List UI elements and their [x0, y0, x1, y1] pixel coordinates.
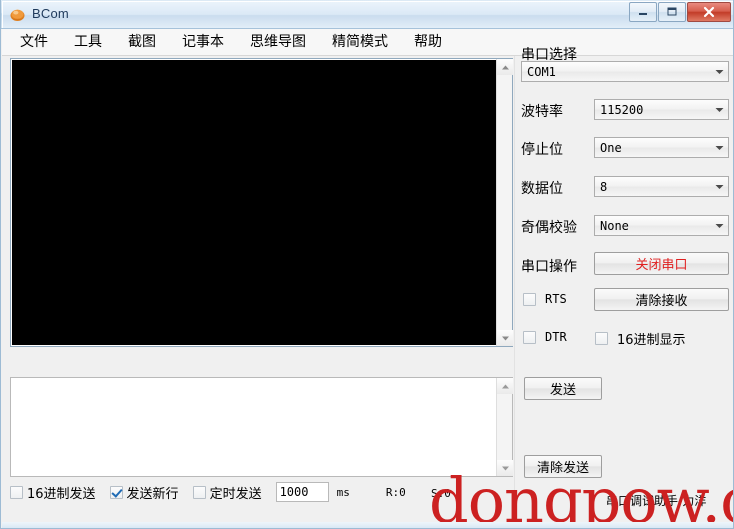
checkbox-box	[523, 330, 536, 344]
close-port-button[interactable]: 关闭串口	[594, 252, 729, 275]
send-button[interactable]: 发送	[524, 377, 602, 400]
timed-send-checkbox[interactable]: 定时发送	[192, 483, 262, 502]
bcom-application-window: BCom 文件 工具 截图 记事本 思维导图 精简模式 帮助 16进制发送 发送…	[0, 0, 734, 529]
minimize-icon	[637, 7, 649, 17]
clear-send-button[interactable]: 清除发送	[524, 455, 602, 478]
minimize-button[interactable]	[629, 2, 657, 22]
window-title: BCom	[32, 6, 69, 21]
send-scroll-down-button[interactable]	[497, 460, 513, 476]
menu-item-mindmap[interactable]: 思维导图	[250, 35, 306, 49]
rts-label: RTS	[545, 292, 567, 306]
send-text-area[interactable]	[12, 379, 496, 475]
send-interval-input[interactable]	[275, 482, 329, 502]
baudrate-label: 波特率	[521, 104, 563, 120]
rts-checkbox[interactable]: RTS	[523, 292, 567, 306]
stopbits-value: One	[600, 140, 622, 155]
hex-send-checkbox[interactable]: 16进制发送	[10, 483, 96, 502]
menu-item-file[interactable]: 文件	[20, 35, 48, 49]
chevron-down-icon	[711, 184, 728, 190]
status-text: 串口调试助手-力洋	[606, 494, 707, 508]
chevron-down-icon	[711, 223, 728, 229]
title-bar: BCom	[1, 0, 733, 29]
receive-scroll-up-button[interactable]	[497, 59, 513, 75]
serial-settings-panel: 串口选择 COM1 波特率 115200 停止位 One 数据位 8 奇偶校验 …	[514, 47, 733, 504]
receive-scroll-down-button[interactable]	[497, 330, 513, 346]
chevron-down-icon	[711, 69, 728, 75]
baudrate-combobox[interactable]: 115200	[594, 99, 729, 120]
parity-combobox[interactable]: None	[594, 215, 729, 236]
stopbits-combobox[interactable]: One	[594, 137, 729, 158]
port-operation-label: 串口操作	[521, 259, 577, 275]
dtr-label: DTR	[545, 330, 567, 344]
maximize-icon	[666, 7, 678, 17]
maximize-button[interactable]	[658, 2, 686, 22]
send-newline-label: 发送新行	[126, 486, 179, 502]
send-newline-checkbox[interactable]: 发送新行	[109, 483, 179, 502]
menu-item-help[interactable]: 帮助	[414, 35, 442, 49]
checkbox-box	[595, 332, 608, 345]
hex-display-label: 16进制显示	[617, 333, 686, 348]
chevron-up-icon	[501, 64, 510, 71]
receive-text-area[interactable]	[12, 60, 496, 345]
baudrate-value: 115200	[600, 102, 644, 117]
menu-item-tools[interactable]: 工具	[74, 35, 102, 49]
hex-send-label: 16进制发送	[27, 486, 96, 502]
menu-item-screenshot[interactable]: 截图	[128, 35, 156, 49]
interval-unit-label: ms	[336, 485, 350, 499]
title-bar-inner	[2, 1, 733, 28]
databits-label: 数据位	[521, 181, 563, 197]
app-icon	[9, 6, 26, 23]
databits-combobox[interactable]: 8	[594, 176, 729, 197]
checkbox-box	[10, 485, 23, 499]
menu-bar: 文件 工具 截图 记事本 思维导图 精简模式 帮助	[2, 29, 733, 56]
chevron-up-icon	[501, 383, 510, 390]
close-icon	[702, 6, 716, 18]
checkbox-box	[523, 292, 536, 306]
port-select-value: COM1	[527, 64, 556, 79]
databits-value: 8	[600, 179, 608, 194]
send-scrollbar[interactable]	[496, 378, 513, 476]
checkbox-box	[192, 485, 206, 499]
window-footer-strip	[2, 522, 733, 528]
chevron-down-icon	[711, 145, 728, 151]
send-scroll-up-button[interactable]	[497, 378, 513, 394]
stopbits-label: 停止位	[521, 142, 563, 158]
rx-counter: R:0	[385, 485, 406, 499]
close-button[interactable]	[687, 2, 731, 22]
port-select-combobox[interactable]: COM1	[521, 61, 729, 82]
checkbox-box-checked	[109, 485, 123, 499]
menu-item-simple-mode[interactable]: 精简模式	[332, 35, 388, 49]
dtr-checkbox[interactable]: DTR	[523, 330, 567, 344]
parity-value: None	[600, 218, 629, 233]
receive-scrollbar[interactable]	[496, 59, 513, 346]
timed-send-label: 定时发送	[209, 486, 262, 502]
receive-area-container	[10, 58, 513, 347]
parity-label: 奇偶校验	[521, 220, 577, 236]
chevron-down-icon	[501, 465, 510, 472]
window-controls	[628, 2, 731, 24]
menu-item-notepad[interactable]: 记事本	[182, 35, 224, 49]
clear-receive-button[interactable]: 清除接收	[594, 288, 729, 311]
send-area-container	[10, 377, 513, 477]
chevron-down-icon	[501, 335, 510, 342]
chevron-down-icon	[711, 107, 728, 113]
hex-display-checkbox[interactable]: 16进制显示	[595, 329, 686, 348]
tx-counter: S:0	[431, 487, 451, 500]
